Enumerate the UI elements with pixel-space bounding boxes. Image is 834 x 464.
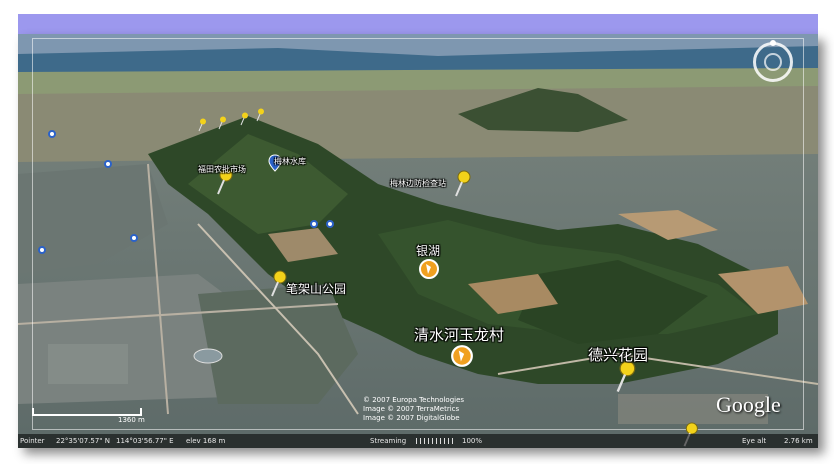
google-logo: Google	[716, 392, 781, 417]
window-top-bar	[18, 14, 818, 34]
navigation-compass-icon[interactable]	[753, 40, 793, 82]
label-qingshuihe: 清水河玉龙村	[414, 326, 505, 344]
pushpin-icon[interactable]	[452, 170, 472, 198]
attribution-line: Image © 2007 DigitalGlobe	[363, 414, 460, 422]
pointer-label: Pointer	[20, 437, 45, 445]
view-border	[32, 38, 804, 430]
elevation-readout: elev 168 m	[186, 437, 226, 445]
attribution-line: © 2007 Europa Technologies	[363, 396, 465, 404]
info-dot-icon[interactable]	[38, 246, 46, 254]
label-meilin-checkpoint: 梅林边防检查站	[390, 179, 446, 188]
label-yinhu: 银湖	[416, 244, 441, 258]
pushpin-icon[interactable]	[238, 112, 250, 126]
info-dot-icon[interactable]	[48, 130, 56, 138]
pushpin-icon[interactable]	[196, 118, 208, 132]
pushpin-icon[interactable]	[216, 116, 228, 130]
streaming-percent: 100%	[462, 437, 483, 445]
pushpin-icon[interactable]	[268, 270, 288, 298]
longitude-readout: 114°03'56.77" E	[116, 437, 174, 445]
label-bijiashan-park: 笔架山公园	[286, 282, 347, 296]
status-bar: Pointer 22°35'07.57" N 114°03'56.77" E e…	[18, 434, 818, 448]
scale-label: 1360 m	[118, 416, 145, 424]
poi-icon[interactable]	[418, 258, 440, 280]
streaming-progress	[416, 438, 456, 444]
north-marker	[770, 40, 776, 46]
label-meilin-reservoir: 梅林水库	[274, 157, 306, 166]
info-dot-icon[interactable]	[310, 220, 318, 228]
pushpin-icon[interactable]	[612, 360, 638, 394]
poi-icon[interactable]	[450, 344, 474, 368]
eye-alt-value: 2.76 km	[784, 437, 813, 445]
label-huangtian-market: 福田农批市场	[198, 165, 246, 174]
pushpin-icon[interactable]	[254, 108, 266, 122]
streaming-label: Streaming	[370, 437, 407, 445]
scale-bar	[32, 408, 142, 416]
tilt-ring[interactable]	[764, 53, 782, 71]
info-dot-icon[interactable]	[104, 160, 112, 168]
map-viewport[interactable]: 梅林水库 福田农批市场 梅林边防检查站 银湖 笔架山公园 清水河玉龙村 德兴花园…	[18, 34, 818, 448]
attribution-line: Image © 2007 TerraMetrics	[363, 405, 460, 413]
eye-alt-label: Eye alt	[742, 437, 767, 445]
latitude-readout: 22°35'07.57" N	[56, 437, 110, 445]
imagery-attribution: © 2007 Europa Technologies Image © 2007 …	[363, 396, 464, 423]
info-dot-icon[interactable]	[326, 220, 334, 228]
info-dot-icon[interactable]	[130, 234, 138, 242]
label-dexing-garden: 德兴花园	[588, 346, 649, 364]
